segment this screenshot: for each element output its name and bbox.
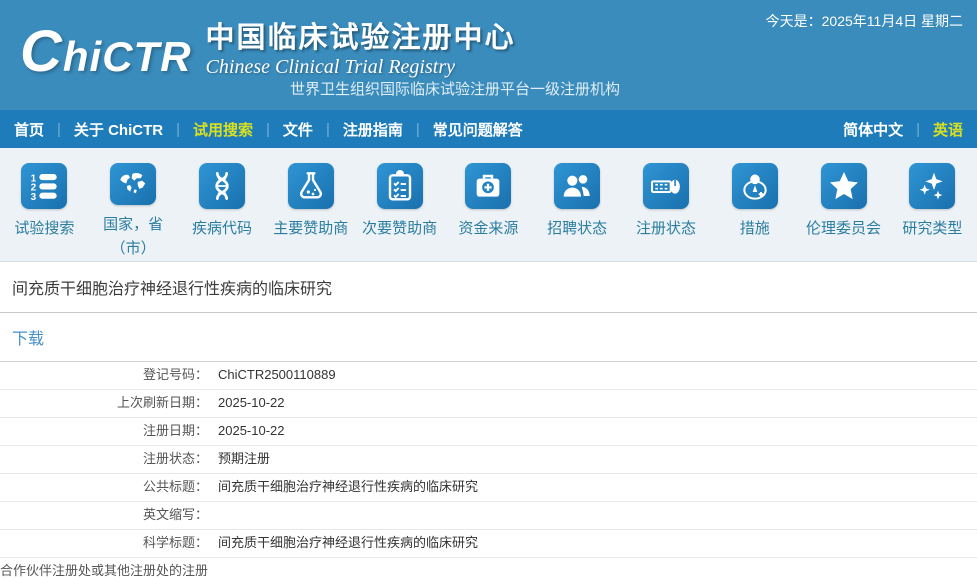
field-row-scientific-title: 科学标题： 间充质干细胞治疗神经退行性疾病的临床研究 <box>0 530 977 558</box>
field-label: 公共标题： <box>0 478 208 497</box>
svg-text:3: 3 <box>31 192 37 202</box>
field-row-registration-date: 注册日期： 2025-10-22 <box>0 418 977 446</box>
flask-icon <box>288 163 334 209</box>
nav-separator <box>916 121 920 138</box>
download-row: 下载 <box>0 313 977 362</box>
nav-item-trial-search[interactable]: 试用搜索 <box>193 119 253 140</box>
nav-separator <box>57 121 61 138</box>
tool-study-type[interactable]: 研究类型 <box>888 163 977 261</box>
tool-label: 注册状态 <box>627 217 705 241</box>
nav-item-home[interactable]: 首页 <box>14 119 44 140</box>
keyboard-mouse-icon <box>643 163 689 209</box>
tool-label: 试验搜索 <box>5 217 83 241</box>
people-icon <box>554 163 600 209</box>
lang-english[interactable]: 英语 <box>933 119 963 140</box>
nav-item-faq[interactable]: 常见问题解答 <box>433 119 523 140</box>
field-row-registration-status: 注册状态： 预期注册 <box>0 446 977 474</box>
nav-separator <box>176 121 180 138</box>
site-header: 今天是：2025年11月4日 星期二 ChiCTR 中国临床试验注册中心 Chi… <box>0 0 977 110</box>
field-value: ChiCTR2500110889 <box>218 366 336 385</box>
field-label: 注册状态： <box>0 450 208 469</box>
site-title-zh: 中国临床试验注册中心 <box>206 20 516 56</box>
field-label: 科学标题： <box>0 534 208 553</box>
star-icon <box>821 163 867 209</box>
trial-fields-table: 登记号码： ChiCTR2500110889 上次刷新日期： 2025-10-2… <box>0 362 977 579</box>
current-date: 今天是：2025年11月4日 星期二 <box>766 11 963 31</box>
nav-separator <box>326 121 330 138</box>
tool-label: 伦理委员会 <box>805 217 883 241</box>
lang-simplified-chinese[interactable]: 简体中文 <box>843 119 903 140</box>
tool-label: 研究类型 <box>893 217 971 241</box>
tool-label: 招聘状态 <box>538 217 616 241</box>
tool-registration-status[interactable]: 注册状态 <box>622 163 711 261</box>
field-value: 2025-10-22 <box>218 394 285 413</box>
nav-separator <box>266 121 270 138</box>
field-label: 上次刷新日期： <box>0 394 208 413</box>
search-filter-toolbar: 123 试验搜索 国家，省（市） 疾病代码 主要赞助商 次要赞助商 资金来源 <box>0 148 977 262</box>
field-row-public-title: 公共标题： 间充质干细胞治疗神经退行性疾病的临床研究 <box>0 474 977 502</box>
tool-recruitment-status[interactable]: 招聘状态 <box>533 163 622 261</box>
site-title-en: Chinese Clinical Trial Registry <box>206 56 516 78</box>
clipboard-check-icon <box>377 163 423 209</box>
numbered-list-icon: 123 <box>21 163 67 209</box>
field-label: 登记号码： <box>0 366 208 385</box>
tool-label: 国家，省（市） <box>94 213 172 261</box>
nav-item-documents[interactable]: 文件 <box>283 119 313 140</box>
chictr-logo: ChiCTR <box>20 20 192 89</box>
main-nav: 首页 关于 ChiCTR 试用搜索 文件 注册指南 常见问题解答 简体中文 英语 <box>0 110 977 148</box>
field-value: 间充质干细胞治疗神经退行性疾病的临床研究 <box>218 534 478 553</box>
medical-bag-icon <box>465 163 511 209</box>
tool-disease-code[interactable]: 疾病代码 <box>178 163 267 261</box>
dna-icon <box>199 163 245 209</box>
tool-secondary-sponsor[interactable]: 次要赞助商 <box>355 163 444 261</box>
tool-country-province[interactable]: 国家，省（市） <box>89 163 178 261</box>
tool-label: 疾病代码 <box>183 217 261 241</box>
download-link[interactable]: 下载 <box>12 331 44 348</box>
nav-item-about[interactable]: 关于 ChiCTR <box>74 119 163 140</box>
tool-label: 主要赞助商 <box>272 217 350 241</box>
field-value: 2025-10-22 <box>218 422 285 441</box>
tool-primary-sponsor[interactable]: 主要赞助商 <box>266 163 355 261</box>
field-label: 注册日期： <box>0 422 208 441</box>
trial-detail-content: 间充质干细胞治疗神经退行性疾病的临床研究 下载 登记号码： ChiCTR2500… <box>0 262 977 579</box>
world-map-icon <box>110 163 156 205</box>
tool-label: 资金来源 <box>449 217 527 241</box>
tool-label: 措施 <box>716 217 794 241</box>
tool-ethics-committee[interactable]: 伦理委员会 <box>799 163 888 261</box>
nav-item-registration-guide[interactable]: 注册指南 <box>343 119 403 140</box>
page-title: 间充质干细胞治疗神经退行性疾病的临床研究 <box>0 262 977 313</box>
tool-interventions[interactable]: 措施 <box>710 163 799 261</box>
tool-label: 次要赞助商 <box>361 217 439 241</box>
sparkles-icon <box>909 163 955 209</box>
tool-funding-source[interactable]: 资金来源 <box>444 163 533 261</box>
field-row-english-acronym: 英文缩写： <box>0 502 977 530</box>
field-row-registration-number: 登记号码： ChiCTR2500110889 <box>0 362 977 390</box>
field-row-last-refreshed-date: 上次刷新日期： 2025-10-22 <box>0 390 977 418</box>
field-value: 预期注册 <box>218 450 270 469</box>
field-label: 英文缩写： <box>0 506 208 525</box>
field-value: 间充质干细胞治疗神经退行性疾病的临床研究 <box>218 478 478 497</box>
site-subtitle: 世界卫生组织国际临床试验注册平台一级注册机构 <box>290 78 620 99</box>
tool-trial-search[interactable]: 123 试验搜索 <box>0 163 89 261</box>
field-row-partner-registry-number: 合作伙伴注册处或其他注册处的注册号： <box>0 558 977 579</box>
doctor-icon <box>732 163 778 209</box>
nav-separator <box>416 121 420 138</box>
field-label: 合作伙伴注册处或其他注册处的注册号： <box>0 562 208 579</box>
